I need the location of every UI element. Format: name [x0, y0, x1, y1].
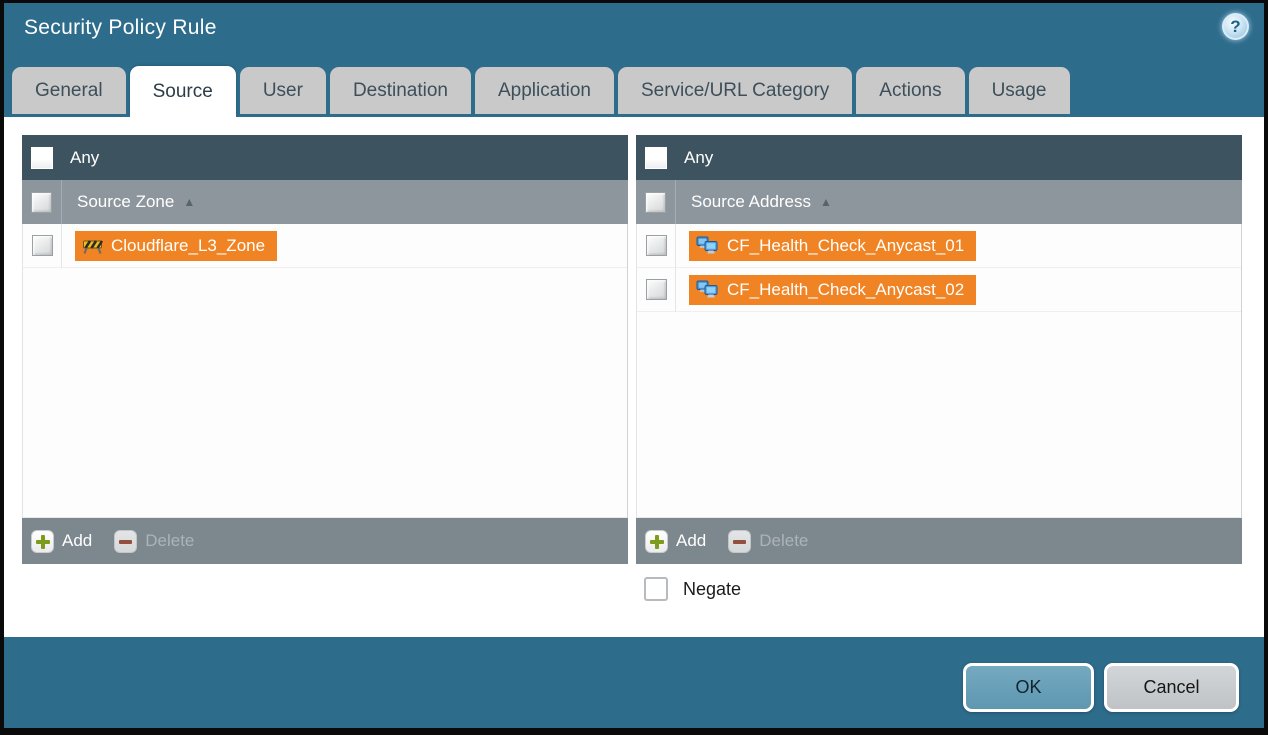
- source-zone-column-header[interactable]: Source Zone ▲: [22, 180, 628, 224]
- delete-button[interactable]: Delete: [114, 530, 194, 553]
- source-address-select-all-checkbox[interactable]: [645, 192, 666, 213]
- add-button[interactable]: Add: [645, 530, 706, 553]
- zone-name: Cloudflare_L3_Zone: [111, 236, 265, 256]
- address-chip[interactable]: CF_Health_Check_Anycast_01: [689, 231, 976, 261]
- source-address-list: CF_Health_Check_Anycast_01: [636, 224, 1242, 518]
- add-label: Add: [62, 531, 92, 551]
- address-name: CF_Health_Check_Anycast_02: [727, 280, 964, 300]
- tab-usage[interactable]: Usage: [969, 67, 1070, 114]
- sort-ascending-icon: ▲: [183, 195, 195, 209]
- delete-label: Delete: [759, 531, 808, 551]
- source-address-column-header[interactable]: Source Address ▲: [636, 180, 1242, 224]
- dialog-title: Security Policy Rule: [24, 16, 217, 40]
- ok-button[interactable]: OK: [963, 663, 1094, 712]
- sort-ascending-icon: ▲: [820, 195, 832, 209]
- cancel-button[interactable]: Cancel: [1104, 663, 1239, 712]
- source-address-any-row: Any: [636, 135, 1242, 180]
- question-mark-glyph: ?: [1230, 17, 1240, 37]
- negate-label: Negate: [683, 579, 741, 600]
- source-zone-footer: Add Delete: [22, 518, 628, 564]
- delete-label: Delete: [145, 531, 194, 551]
- row-checkbox[interactable]: [646, 235, 667, 256]
- security-policy-rule-dialog: Security Policy Rule ? General Source Us…: [0, 0, 1268, 735]
- negate-row: Negate: [644, 577, 741, 601]
- tab-source[interactable]: Source: [130, 66, 236, 117]
- source-tab-content: Any Source Zone ▲: [4, 117, 1264, 637]
- source-address-any-label: Any: [684, 148, 713, 168]
- tab-bar: General Source User Destination Applicat…: [8, 66, 1260, 117]
- source-zone-list: Cloudflare_L3_Zone: [22, 224, 628, 518]
- source-zone-any-row: Any: [22, 135, 628, 180]
- add-plus-icon: [31, 530, 54, 553]
- table-row: CF_Health_Check_Anycast_01: [637, 224, 1241, 268]
- tab-actions[interactable]: Actions: [856, 67, 964, 114]
- tab-service-url-category[interactable]: Service/URL Category: [618, 67, 852, 114]
- source-address-footer: Add Delete: [636, 518, 1242, 564]
- add-label: Add: [676, 531, 706, 551]
- delete-button[interactable]: Delete: [728, 530, 808, 553]
- tab-destination[interactable]: Destination: [330, 67, 471, 114]
- address-icon: [696, 236, 719, 255]
- help-icon[interactable]: ?: [1222, 13, 1249, 40]
- tab-general[interactable]: General: [12, 67, 126, 114]
- tab-user[interactable]: User: [240, 67, 326, 114]
- header-divider: [675, 180, 676, 224]
- row-checkbox-cell: [637, 268, 676, 312]
- row-checkbox[interactable]: [32, 235, 53, 256]
- row-checkbox[interactable]: [646, 279, 667, 300]
- add-plus-icon: [645, 530, 668, 553]
- source-zone-any-checkbox[interactable]: [31, 147, 53, 169]
- panels-container: Any Source Zone ▲: [22, 135, 1242, 564]
- negate-checkbox[interactable]: [644, 577, 668, 601]
- delete-minus-icon: [728, 530, 751, 553]
- table-row: Cloudflare_L3_Zone: [23, 224, 627, 268]
- source-zone-select-all-checkbox[interactable]: [31, 192, 52, 213]
- tab-application[interactable]: Application: [475, 67, 614, 114]
- address-chip[interactable]: CF_Health_Check_Anycast_02: [689, 275, 976, 305]
- source-address-any-checkbox[interactable]: [645, 147, 667, 169]
- row-checkbox-cell: [637, 224, 676, 268]
- table-row: CF_Health_Check_Anycast_02: [637, 268, 1241, 312]
- zone-icon: [82, 238, 103, 254]
- zone-chip[interactable]: Cloudflare_L3_Zone: [75, 231, 277, 261]
- header-divider: [61, 180, 62, 224]
- source-zone-panel: Any Source Zone ▲: [22, 135, 628, 564]
- source-address-column-label: Source Address: [691, 192, 811, 212]
- source-zone-any-label: Any: [70, 148, 99, 168]
- row-checkbox-cell: [23, 224, 62, 268]
- source-zone-column-label: Source Zone: [77, 192, 174, 212]
- source-address-panel: Any Source Address ▲: [636, 135, 1242, 564]
- add-button[interactable]: Add: [31, 530, 92, 553]
- delete-minus-icon: [114, 530, 137, 553]
- address-name: CF_Health_Check_Anycast_01: [727, 236, 964, 256]
- address-icon: [696, 280, 719, 299]
